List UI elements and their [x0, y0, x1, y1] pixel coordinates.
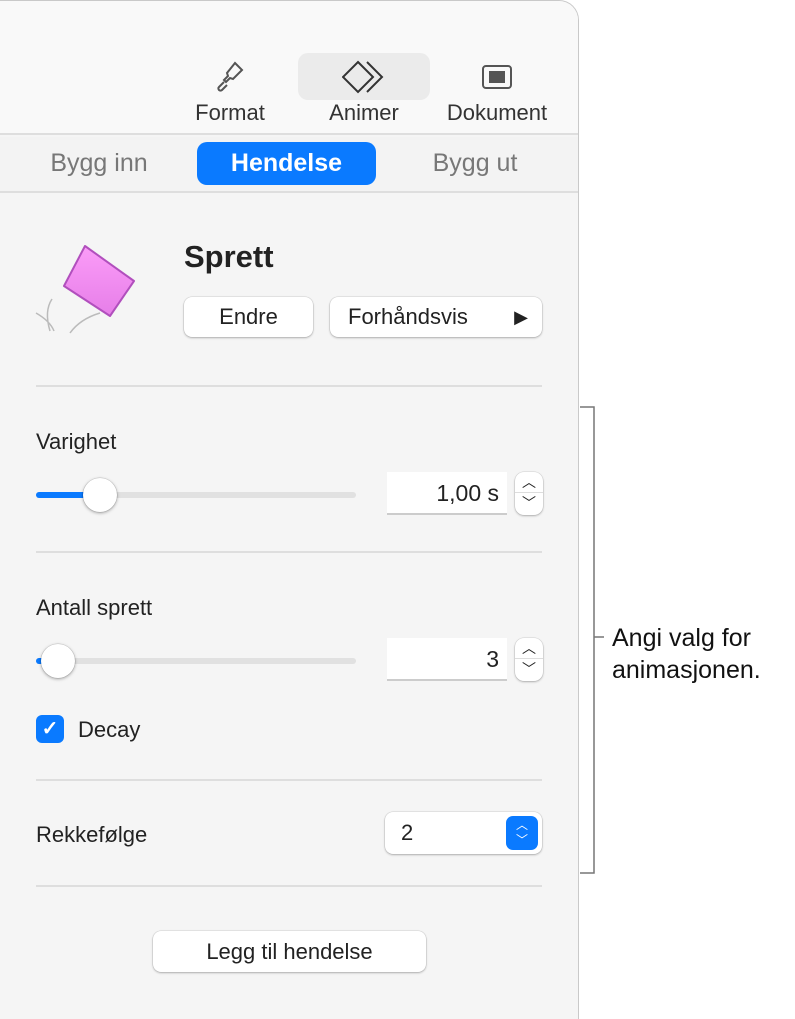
divider — [36, 885, 542, 887]
up-down-chevron-icon: ︿ ﹀ — [506, 816, 538, 850]
toolbar-document-button[interactable]: Dokument — [431, 53, 563, 133]
build-tabs: Bygg inn Hendelse Bygg ut — [0, 137, 578, 193]
document-icon — [431, 59, 563, 95]
duration-slider-thumb[interactable] — [83, 478, 117, 512]
decay-label: Decay — [78, 717, 141, 742]
toolbar-animate-label: Animer — [329, 100, 399, 125]
animate-diamonds-icon — [298, 59, 430, 95]
preview-label: Forhåndsvis — [348, 304, 468, 329]
effect-name: Sprett — [184, 239, 274, 274]
decay-checkbox[interactable]: ✓ — [36, 715, 64, 743]
duration-stepper[interactable]: ︿ ﹀ — [515, 472, 543, 515]
callout-text: Angi valg for animasjonen. — [612, 622, 761, 686]
order-select[interactable]: 2 ︿ ﹀ — [385, 812, 542, 854]
bounces-field[interactable]: 3 — [387, 638, 507, 681]
order-value: 2 — [401, 820, 414, 845]
callout-bracket — [580, 406, 604, 874]
chevron-up-icon[interactable]: ︿ — [515, 638, 543, 659]
divider — [36, 385, 542, 387]
chevron-down-icon[interactable]: ﹀ — [515, 493, 543, 514]
chevron-up-icon[interactable]: ︿ — [515, 472, 543, 493]
paintbrush-icon — [164, 59, 296, 95]
bounces-stepper[interactable]: ︿ ﹀ — [515, 638, 543, 681]
callout-line-2: animasjonen. — [612, 656, 761, 684]
duration-slider[interactable] — [36, 478, 356, 512]
bounces-label: Antall sprett — [36, 595, 153, 620]
inspector-toolbar: Format Animer Dokument — [0, 1, 578, 135]
animate-inspector-panel: Format Animer Dokument Bygg inn Hendelse… — [0, 0, 579, 1019]
checkmark-icon: ✓ — [41, 718, 59, 740]
change-effect-button[interactable]: Endre — [184, 297, 313, 337]
bounces-slider-thumb[interactable] — [41, 644, 76, 678]
duration-field[interactable]: 1,00 s — [387, 472, 507, 515]
bounces-slider[interactable] — [36, 644, 356, 678]
toolbar-format-button[interactable]: Format — [164, 53, 296, 133]
preview-button[interactable]: Forhåndsvis ▶ — [330, 297, 542, 337]
duration-label: Varighet — [36, 429, 117, 454]
divider — [36, 779, 542, 781]
tab-build-in[interactable]: Bygg inn — [24, 142, 174, 185]
add-action-button[interactable]: Legg til hendelse — [153, 931, 426, 972]
chevron-down-icon[interactable]: ﹀ — [515, 659, 543, 680]
callout-line-1: Angi valg for — [612, 624, 751, 652]
toolbar-format-label: Format — [195, 100, 265, 125]
toolbar-animate-button[interactable]: Animer — [298, 53, 430, 133]
play-icon: ▶ — [514, 307, 528, 327]
tab-build-out[interactable]: Bygg ut — [400, 142, 550, 185]
tab-action[interactable]: Hendelse — [197, 142, 376, 185]
order-label: Rekkefølge — [36, 822, 148, 847]
effect-thumbnail-icon — [30, 241, 140, 341]
toolbar-document-label: Dokument — [446, 100, 548, 125]
divider — [36, 551, 542, 553]
